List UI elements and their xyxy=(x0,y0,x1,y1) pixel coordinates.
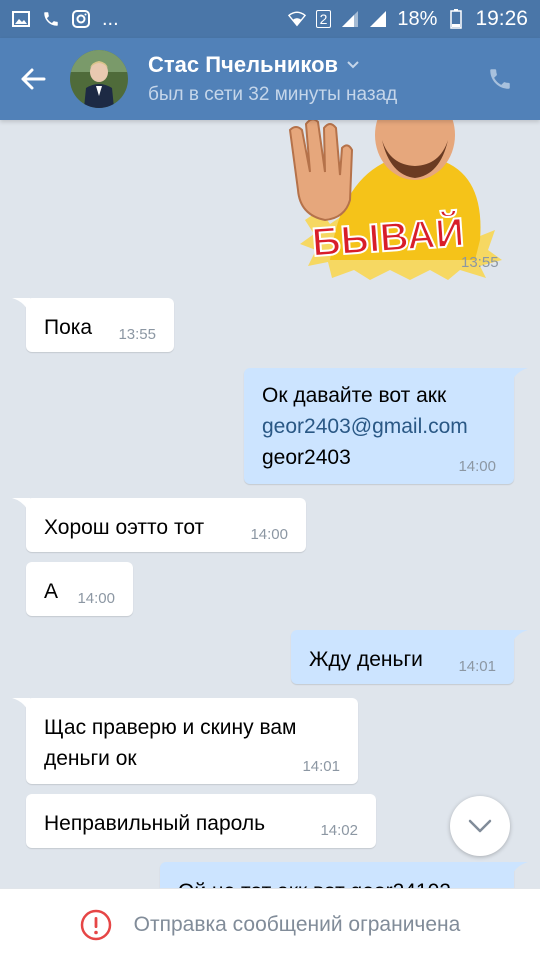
phone-icon xyxy=(490,69,510,89)
incoming-message[interactable]: Неправильный пароль 14:02 xyxy=(26,794,376,848)
outgoing-message[interactable]: Жду деньги 14:01 xyxy=(291,630,528,684)
call-button[interactable] xyxy=(460,38,540,120)
contact-name-label: Стас Пчельников xyxy=(148,52,339,77)
instagram-icon xyxy=(72,10,90,28)
sim-slot-badge: 2 xyxy=(315,10,332,28)
message-time: 13:55 xyxy=(461,254,499,271)
battery-icon xyxy=(447,9,465,29)
alert-circle-icon xyxy=(80,909,111,940)
back-button[interactable] xyxy=(0,38,66,120)
chat-header: Стас Пчельников был в сети 32 минуты наз… xyxy=(0,38,540,120)
scroll-to-bottom-button[interactable] xyxy=(450,796,510,856)
outgoing-message[interactable]: Ок давайте вот акк geor2403@gmail.com ge… xyxy=(244,368,528,484)
avatar[interactable] xyxy=(70,50,128,108)
message-text: Ок давайте вот акк xyxy=(262,384,447,407)
email-link[interactable]: geor2403@gmail.com xyxy=(262,411,496,442)
incoming-message[interactable]: А 14:00 xyxy=(26,562,133,616)
contact-name[interactable]: Стас Пчельников xyxy=(148,52,397,78)
phone-call-icon xyxy=(42,10,60,28)
message-time: 14:01 xyxy=(458,658,496,675)
message-time: 14:01 xyxy=(302,758,340,775)
message-text: деньги ок xyxy=(44,747,137,770)
restriction-message: Отправка сообщений ограничена xyxy=(133,912,461,936)
arrow-left-icon xyxy=(21,68,46,90)
signal-icon xyxy=(341,10,359,28)
incoming-message[interactable]: Щас праверю и скину вам деньги ок 14:01 xyxy=(12,698,358,784)
more-notifications: ... xyxy=(102,7,119,30)
message-time: 14:00 xyxy=(77,590,115,607)
last-seen-status: был в сети 32 минуты назад xyxy=(148,84,398,105)
gallery-icon xyxy=(12,10,30,28)
message-time: 13:55 xyxy=(118,326,156,343)
outgoing-message[interactable]: Ой не тот акк вот geor24102 xyxy=(160,862,528,888)
message-text: Ой не тот акк вот geor24102 xyxy=(160,862,514,888)
incoming-message[interactable]: Хорош оэтто тот 14:00 xyxy=(12,498,306,552)
wifi-icon xyxy=(287,10,306,28)
message-list[interactable]: БЫВАЙ 13:55 Пока 13:55 Ок давайте вот ак… xyxy=(0,120,540,888)
clock: 19:26 xyxy=(475,7,528,30)
battery-percent: 18% xyxy=(397,7,438,30)
chevron-down-icon[interactable] xyxy=(346,60,360,70)
status-bar: ... 2 18% 19:26 xyxy=(0,0,540,38)
messaging-restricted-banner: Отправка сообщений ограничена xyxy=(0,888,540,960)
message-text: Щас праверю и скину вам xyxy=(44,716,297,739)
message-time: 14:02 xyxy=(320,822,358,839)
message-time: 14:00 xyxy=(250,526,288,543)
chevron-down-icon xyxy=(468,819,492,833)
message-time: 14:00 xyxy=(458,458,496,475)
incoming-message[interactable]: Пока 13:55 xyxy=(12,298,174,352)
signal-icon-2 xyxy=(369,10,387,28)
